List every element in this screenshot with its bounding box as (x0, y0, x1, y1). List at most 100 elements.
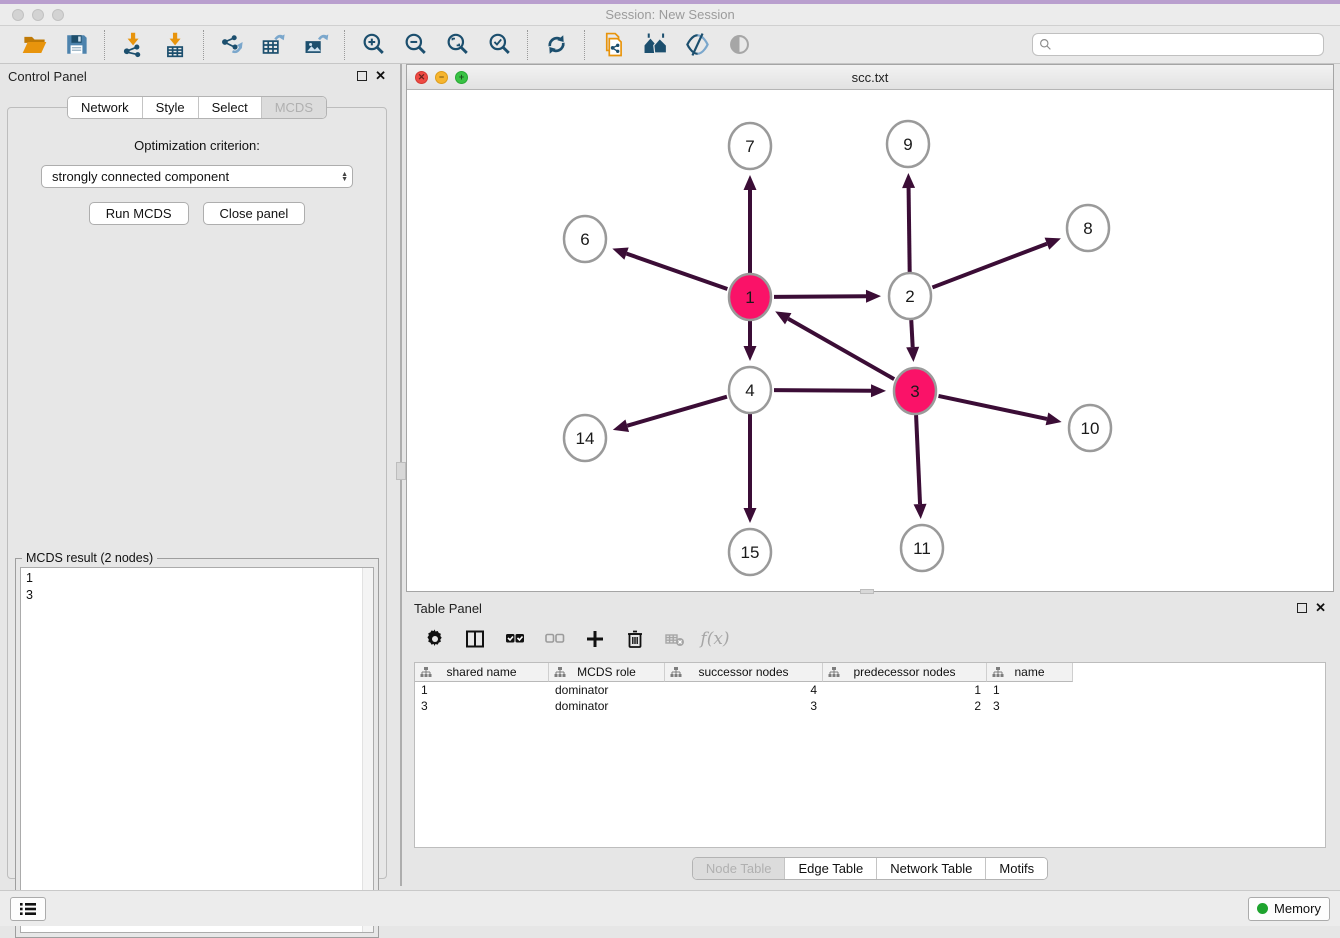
edge-3-11[interactable] (916, 415, 920, 504)
result-scrollbar[interactable] (362, 568, 373, 932)
graph-node-3[interactable]: 3 (894, 368, 936, 414)
table-cell[interactable]: 1 (823, 682, 987, 698)
graph-node-2[interactable]: 2 (889, 273, 931, 319)
edge-3-10[interactable] (938, 396, 1046, 419)
graph-node-11[interactable]: 11 (901, 525, 943, 571)
table-cell[interactable]: 3 (415, 698, 549, 714)
table-cell[interactable]: 1 (987, 682, 1073, 698)
column-header-name[interactable]: name (987, 663, 1073, 682)
edge-2-8[interactable] (932, 244, 1046, 288)
select-all-button[interactable] (502, 626, 528, 652)
split-view-button[interactable] (462, 626, 488, 652)
node-label: 10 (1081, 419, 1100, 438)
tab-node-table[interactable]: Node Table (693, 858, 785, 879)
vertical-splitter-handle[interactable] (396, 462, 406, 480)
horizontal-splitter-handle[interactable] (860, 589, 874, 594)
edge-4-3[interactable] (774, 390, 871, 391)
settings-gear-button[interactable] (422, 626, 448, 652)
export-network-button[interactable] (214, 30, 250, 60)
hide-details-button[interactable] (679, 30, 715, 60)
home-button[interactable] (637, 30, 673, 60)
add-column-button[interactable] (582, 626, 608, 652)
graph-node-7[interactable]: 7 (729, 123, 771, 169)
function-builder-button[interactable]: f(x) (702, 626, 728, 652)
table-tabs: Node TableEdge TableNetwork TableMotifs (692, 857, 1048, 880)
duplicate-network-button[interactable] (595, 30, 631, 60)
table-panel-title: Table Panel (414, 601, 482, 616)
column-header-predecessor-nodes[interactable]: predecessor nodes (823, 663, 987, 682)
tab-mcds[interactable]: MCDS (261, 97, 326, 118)
edge-2-9[interactable] (909, 188, 910, 272)
mcds-result-box[interactable]: 1 3 (20, 567, 374, 933)
graph-node-1[interactable]: 1 (729, 274, 771, 320)
zoom-selected-button[interactable] (481, 30, 517, 60)
export-image-button[interactable] (298, 30, 334, 60)
table-float-panel-icon[interactable] (1297, 603, 1307, 613)
graph-node-9[interactable]: 9 (887, 121, 929, 167)
import-network-button[interactable] (115, 30, 151, 60)
refresh-button[interactable] (538, 30, 574, 60)
table-close-panel-icon[interactable]: ✕ (1315, 603, 1326, 613)
column-header-MCDS-role[interactable]: MCDS role (549, 663, 665, 682)
node-table: shared nameMCDS rolesuccessor nodesprede… (414, 662, 1326, 848)
column-hierarchy-icon (420, 667, 432, 678)
edge-3-1[interactable] (788, 319, 894, 379)
table-cell[interactable]: 2 (823, 698, 987, 714)
column-hierarchy-icon (828, 667, 840, 678)
tab-network-table[interactable]: Network Table (876, 858, 985, 879)
table-cell[interactable]: 3 (665, 698, 823, 714)
close-panel-button[interactable]: Close panel (203, 202, 306, 225)
table-cell[interactable]: 1 (415, 682, 549, 698)
memory-button[interactable]: Memory (1248, 897, 1330, 921)
close-panel-icon[interactable]: ✕ (375, 71, 386, 81)
optimization-criterion-dropdown[interactable]: strongly connected component ▲▼ (41, 165, 353, 188)
save-button[interactable] (58, 30, 94, 60)
graph-node-6[interactable]: 6 (564, 216, 606, 262)
add-column-icon (585, 629, 605, 649)
column-header-successor-nodes[interactable]: successor nodes (665, 663, 823, 682)
tab-edge-table[interactable]: Edge Table (784, 858, 876, 879)
open-folder-button[interactable] (16, 30, 52, 60)
tab-motifs[interactable]: Motifs (985, 858, 1047, 879)
graph-node-15[interactable]: 15 (729, 529, 771, 575)
edge-1-2[interactable] (774, 296, 866, 297)
float-panel-icon[interactable] (357, 71, 367, 81)
column-header-shared-name[interactable]: shared name (415, 663, 549, 682)
delete-table-button[interactable] (662, 626, 688, 652)
home-icon (642, 31, 669, 58)
graph-node-14[interactable]: 14 (564, 415, 606, 461)
zoom-in-button[interactable] (355, 30, 391, 60)
tab-style[interactable]: Style (142, 97, 198, 118)
zoom-fit-button[interactable] (439, 30, 475, 60)
graph-node-4[interactable]: 4 (729, 367, 771, 413)
import-table-button[interactable] (157, 30, 193, 60)
search-input[interactable] (1056, 38, 1317, 52)
export-table-button[interactable] (256, 30, 292, 60)
edge-2-3[interactable] (911, 320, 912, 347)
tab-select[interactable]: Select (198, 97, 261, 118)
window-title: Session: New Session (0, 7, 1340, 22)
run-mcds-button[interactable]: Run MCDS (89, 202, 189, 225)
edge-4-14[interactable] (627, 397, 727, 426)
mcds-result-title: MCDS result (2 nodes) (22, 551, 157, 565)
graph-node-10[interactable]: 10 (1069, 405, 1111, 451)
edge-1-6[interactable] (627, 254, 728, 289)
table-cell[interactable]: 3 (987, 698, 1073, 714)
eye-button[interactable] (721, 30, 757, 60)
node-label: 9 (903, 135, 912, 154)
delete-column-button[interactable] (622, 626, 648, 652)
network-canvas[interactable]: 1 2 3 4 6 7 8 9 10 11 14 15 (407, 90, 1333, 591)
search-box[interactable] (1032, 33, 1324, 56)
control-panel-title: Control Panel (8, 69, 87, 84)
deselect-all-button[interactable] (542, 626, 568, 652)
column-hierarchy-icon (992, 667, 1004, 678)
zoom-out-button[interactable] (397, 30, 433, 60)
table-cell[interactable]: dominator (549, 698, 665, 714)
table-cell[interactable]: dominator (549, 682, 665, 698)
network-graph[interactable]: 1 2 3 4 6 7 8 9 10 11 14 15 (407, 90, 1333, 591)
task-history-button[interactable] (10, 897, 46, 921)
graph-node-8[interactable]: 8 (1067, 205, 1109, 251)
tab-network[interactable]: Network (68, 97, 142, 118)
edge-arrowhead (613, 419, 629, 431)
table-cell[interactable]: 4 (665, 682, 823, 698)
